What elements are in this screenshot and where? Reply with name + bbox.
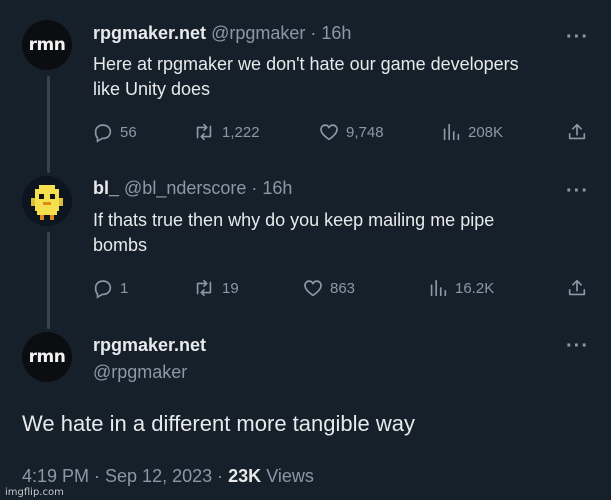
avatar-rpgmaker-main[interactable]: rmn — [22, 332, 72, 382]
share-button[interactable] — [566, 121, 588, 143]
user-handle[interactable]: @rpgmaker — [211, 23, 305, 43]
rmn-logo: rmn — [28, 35, 66, 55]
reply-button[interactable]: 1 — [92, 277, 128, 299]
tweet-time[interactable]: 16h — [262, 178, 292, 198]
views-count: 208K — [468, 123, 504, 141]
tweet-text: Here at rpgmaker we don't hate our game … — [93, 52, 583, 102]
tweet-actions: 56 1,222 9,748 208K — [92, 121, 592, 145]
share-icon — [568, 279, 586, 296]
tweet-time[interactable]: 16h — [321, 23, 351, 43]
separator-dot: · — [310, 23, 317, 43]
retweet-button[interactable]: 1,222 — [192, 121, 260, 143]
views-button[interactable]: 208K — [440, 121, 503, 143]
tweet-actions: 1 19 863 16.2K — [92, 277, 592, 301]
views-count: 16.2K — [455, 279, 495, 297]
display-name[interactable]: rpgmaker.net — [93, 335, 206, 356]
tweet-text-line: like Unity does — [93, 79, 211, 99]
analytics-icon — [430, 279, 447, 297]
rmn-logo: rmn — [28, 347, 66, 367]
user-handle[interactable]: @bl_nderscore — [124, 178, 246, 198]
retweet-count: 1,222 — [222, 123, 260, 141]
reply-icon — [94, 124, 112, 143]
share-button[interactable] — [566, 277, 588, 299]
reply-button[interactable]: 56 — [92, 121, 137, 143]
more-options-icon[interactable]: ··· — [566, 336, 589, 356]
display-name[interactable]: rpgmaker.net — [93, 23, 206, 43]
tweet-text-line: Here at rpgmaker we don't hate our game … — [93, 54, 519, 74]
views-count[interactable]: 23K — [228, 466, 261, 486]
more-options-icon[interactable]: ··· — [566, 181, 589, 201]
like-count: 863 — [330, 279, 356, 297]
retweet-icon — [196, 123, 212, 141]
reply-icon — [94, 280, 112, 299]
avatar-rpgmaker[interactable]: rmn — [22, 20, 72, 70]
tweet-text-line: If thats true then why do you keep maili… — [93, 210, 495, 230]
like-count: 9,748 — [346, 123, 384, 141]
retweet-icon — [196, 279, 212, 297]
retweet-button[interactable]: 19 — [192, 277, 239, 299]
tweet-header: rpgmaker.net @rpgmaker · 16h — [93, 23, 351, 44]
yellow-bird-pixel-icon — [22, 176, 72, 226]
views-button[interactable]: 16.2K — [427, 277, 494, 299]
like-button[interactable]: 863 — [302, 277, 355, 299]
user-handle[interactable]: @rpgmaker — [93, 362, 187, 383]
analytics-icon — [443, 123, 460, 141]
reply-count: 1 — [120, 279, 129, 297]
like-button[interactable]: 9,748 — [318, 121, 384, 143]
views-label: Views — [266, 466, 314, 486]
retweet-count: 19 — [222, 279, 239, 297]
thread-line — [47, 76, 50, 173]
display-name[interactable]: bl_ — [93, 178, 119, 198]
share-icon — [568, 123, 586, 140]
heart-icon — [320, 124, 338, 141]
thread-line — [47, 232, 50, 329]
more-options-icon[interactable]: ··· — [566, 27, 589, 47]
main-tweet-text: We hate in a different more tangible way — [22, 411, 415, 436]
tweet-header: bl_ @bl_nderscore · 16h — [93, 178, 292, 199]
tweet-text: If thats true then why do you keep maili… — [93, 208, 583, 258]
watermark: imgflip.com — [5, 487, 64, 498]
tweet-meta: 4:19 PM · Sep 12, 2023 · 23K Views — [22, 466, 314, 487]
avatar-bl[interactable] — [22, 176, 72, 226]
heart-icon — [304, 280, 322, 297]
tweet-text-line: bombs — [93, 235, 148, 255]
tweet-timestamp[interactable]: 4:19 PM · Sep 12, 2023 · — [22, 466, 223, 486]
separator-dot: · — [251, 178, 258, 198]
reply-count: 56 — [120, 123, 137, 141]
